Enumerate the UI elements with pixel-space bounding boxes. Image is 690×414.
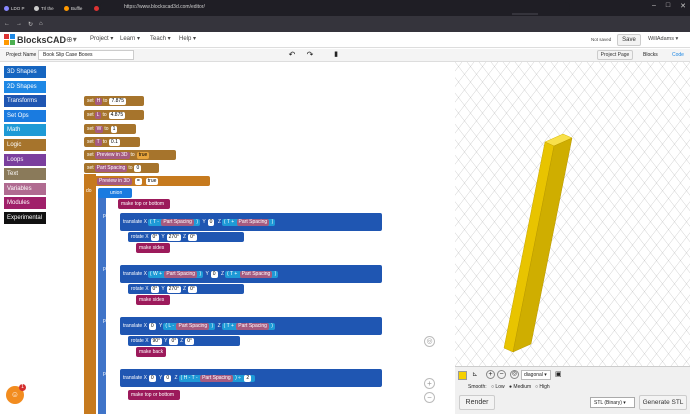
save-button[interactable]: Save <box>617 34 641 46</box>
set-block-spacing[interactable]: set Part Spacing to 0 <box>84 163 159 173</box>
smooth-high[interactable]: ○ High <box>535 384 550 390</box>
menu-help[interactable]: Help ▾ <box>179 35 196 42</box>
favicon-icon <box>64 5 69 11</box>
trash-button[interactable]: ▮ <box>330 50 342 60</box>
workspace-zoom-out[interactable]: − <box>424 392 435 403</box>
user-menu[interactable]: WillAdams ▾ <box>648 36 678 42</box>
translate-block-4[interactable]: translate X0 Y0 Z( H - T - Part Spacing … <box>120 369 382 387</box>
category-text[interactable]: Text <box>4 168 46 181</box>
category-2d-shapes[interactable]: 2D Shapes <box>4 80 46 93</box>
maximize-icon[interactable]: □ <box>666 2 670 10</box>
menu-learn[interactable]: Learn ▾ <box>120 35 140 42</box>
logo-icon <box>4 34 15 45</box>
project-bar: Project Name Book Slip Case Boxes ↶ ↷ ▮ … <box>0 49 690 62</box>
axes-icon[interactable]: ⊾ <box>472 370 478 378</box>
minimize-icon[interactable]: – <box>652 2 656 10</box>
stl-format-select[interactable]: STL (Binary) ▾ <box>590 397 635 408</box>
call-make-top-2[interactable]: make top or bottom <box>128 390 180 400</box>
call-make-sides-2[interactable]: make sides <box>136 295 170 305</box>
call-make-top[interactable]: make top or bottom <box>118 199 170 209</box>
chat-bubble[interactable]: ☺ 1 <box>6 384 26 404</box>
set-block-t[interactable]: set Tto 0.1 <box>84 137 140 147</box>
project-name-input[interactable]: Book Slip Case Boxes <box>38 50 134 60</box>
menu-project[interactable]: Project ▾ <box>90 35 113 42</box>
address-bar[interactable]: https://www.blockscad3d.com/editor/ <box>100 2 570 13</box>
blockscad-logo[interactable]: BlocksCAD <box>4 34 66 45</box>
rotate-block-3[interactable]: rotate X 90° Y 0° Z 0° <box>128 336 240 346</box>
zoom-out-icon[interactable]: − <box>497 370 506 379</box>
render-button[interactable]: Render <box>459 395 495 410</box>
category-set-ops[interactable]: Set Ops <box>4 109 46 122</box>
smooth-label: Smooth: <box>468 384 487 390</box>
back-icon[interactable]: ← <box>4 21 10 27</box>
translate-block-3[interactable]: translate X0 Y( L - Part Spacing ) Z( T … <box>120 317 382 335</box>
browser-tab[interactable]: Buffle <box>62 2 91 15</box>
union-block[interactable]: union <box>98 188 132 198</box>
call-make-sides-1[interactable]: make sides <box>136 243 170 253</box>
browser-tab[interactable]: Trl the <box>32 2 61 15</box>
forward-icon[interactable]: → <box>16 21 22 27</box>
undo-button[interactable]: ↶ <box>284 50 300 60</box>
set-block-w[interactable]: set Wto 1 <box>84 124 136 134</box>
translate-block-2[interactable]: translate X( W + Part Spacing ) Y0 Z( T … <box>120 265 382 283</box>
zoom-in-icon[interactable]: + <box>486 370 495 379</box>
category-3d-shapes[interactable]: 3D Shapes <box>4 66 46 78</box>
browser-toolbar: ← → ↻ ⌂ <box>0 16 690 32</box>
if-block[interactable]: Preview in 3D = true <box>84 176 210 186</box>
workspace-zoom-in[interactable]: + <box>424 378 435 389</box>
save-status: Not saved <box>591 37 612 42</box>
generate-stl-button[interactable]: Generate STL <box>639 395 687 410</box>
rotate-block-1[interactable]: rotate X 0° Y 270° Z 0° <box>128 232 244 242</box>
smooth-low[interactable]: ○ Low <box>491 384 505 390</box>
plus-label-1: plus <box>103 213 113 219</box>
favicon-icon <box>4 5 9 11</box>
rendered-shape <box>503 133 573 353</box>
camera-icon[interactable]: ▣ <box>555 370 562 378</box>
category-experimental[interactable]: Experimental <box>4 212 46 224</box>
view-orientation-icon[interactable]: ◎ <box>510 370 519 379</box>
smooth-medium[interactable]: ● Medium <box>509 384 531 390</box>
plus-label-4: plus <box>103 371 113 377</box>
translate-block-1[interactable]: translate X( T - Part Spacing ) Y0 Z( T … <box>120 213 382 231</box>
close-icon[interactable]: ✕ <box>680 2 686 10</box>
home-icon[interactable]: ⌂ <box>39 21 43 27</box>
color-swatch[interactable] <box>458 371 467 380</box>
tab-code[interactable]: Code <box>672 52 684 58</box>
category-logic[interactable]: Logic <box>4 139 46 151</box>
set-block-h[interactable]: set Hto 7.875 <box>84 96 144 106</box>
redo-button[interactable]: ↷ <box>302 50 318 60</box>
window-controls[interactable]: – □ ✕ <box>652 2 686 10</box>
browser-tab[interactable]: LDO P <box>2 2 31 15</box>
favicon-icon <box>34 5 39 11</box>
viewer-controls: ⊾ + − ◎ diagonal ▾ ▣ Smooth: ○ Low ● Med… <box>455 366 690 414</box>
plus-label-3: plus <box>103 318 113 324</box>
set-block-preview[interactable]: set Preview in 3D to true <box>84 150 176 160</box>
category-transforms[interactable]: Transforms <box>4 95 46 108</box>
view-mode-select[interactable]: diagonal ▾ <box>521 370 551 380</box>
project-name-label: Project Name <box>6 52 37 58</box>
category-loops[interactable]: Loops <box>4 153 46 166</box>
category-variables[interactable]: Variables <box>4 182 46 195</box>
call-make-back[interactable]: make back <box>136 347 166 357</box>
menu-teach[interactable]: Teach ▾ <box>150 35 171 42</box>
3d-viewer[interactable] <box>455 62 690 414</box>
plus-label-2: plus <box>103 266 113 272</box>
reload-icon[interactable]: ↻ <box>28 21 33 28</box>
do-label: do <box>86 188 92 194</box>
category-math[interactable]: Math <box>4 124 46 137</box>
category-modules[interactable]: Modules <box>4 197 46 210</box>
block-workspace[interactable]: set Hto 7.875 set Lto 4.875 set Wto 1 set Tto 0.… <box>48 62 455 414</box>
app-header: BlocksCAD ⊕▾ Project ▾ Learn ▾ Teach ▾ H… <box>0 32 690 48</box>
chat-badge: 1 <box>19 384 26 391</box>
workspace-zoom-reset[interactable]: ◎ <box>424 336 435 347</box>
favicon-icon <box>94 5 99 11</box>
rotate-block-2[interactable]: rotate X 0° Y 270° Z 0° <box>128 284 244 294</box>
chat-icon: ☺ <box>10 390 20 399</box>
set-block-l[interactable]: set Lto 4.875 <box>84 110 144 120</box>
project-page-button[interactable]: Project Page <box>597 50 633 60</box>
tab-blocks[interactable]: Blocks <box>643 52 658 58</box>
globe-icon[interactable]: ⊕▾ <box>66 35 77 44</box>
